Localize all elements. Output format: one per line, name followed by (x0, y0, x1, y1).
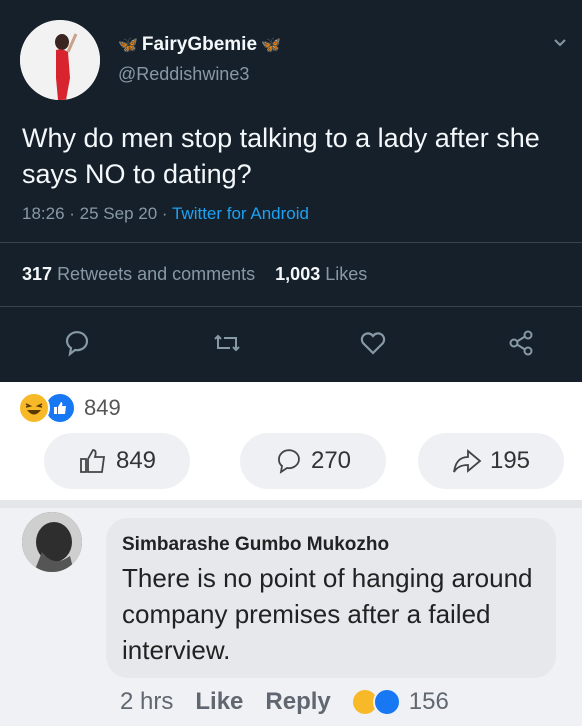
comment-reactions-count: 156 (408, 688, 449, 715)
retweets-count[interactable]: 317 (22, 264, 52, 284)
commenter-name[interactable]: Simbarashe Gumbo Mukozho (122, 534, 389, 556)
comment-icon (278, 449, 300, 474)
like-reaction-icon (372, 688, 401, 716)
tweet-actions (0, 318, 582, 368)
share-count: 195 (489, 447, 531, 474)
comment-reactions[interactable]: 156 (352, 688, 449, 716)
retweet-icon[interactable] (212, 328, 242, 358)
comment-text: There is no point of hanging around comp… (122, 563, 533, 665)
thumbs-up-icon (80, 449, 105, 473)
tweet-card: 🦋 FairyGbemie 🦋 @Reddishwine3 Why do men… (0, 0, 582, 382)
divider (0, 242, 582, 243)
like-count: 849 (115, 447, 157, 474)
haha-reaction-icon (18, 392, 50, 424)
comment-button[interactable]: 270 (240, 433, 386, 489)
comment-count: 270 (310, 447, 352, 474)
comment-reply-button[interactable]: Reply (265, 688, 330, 716)
reactions-count: 849 (84, 395, 121, 420)
butterfly-icon: 🦋 (261, 37, 281, 54)
tweet-source[interactable]: Twitter for Android (172, 204, 309, 223)
reply-icon[interactable] (62, 328, 92, 358)
tweet-text: Why do men stop talking to a lady after … (22, 123, 540, 189)
post-reactions[interactable]: 849 (18, 392, 121, 424)
tweet-display-name[interactable]: 🦋 FairyGbemie 🦋 (118, 34, 281, 56)
commenter-avatar[interactable] (22, 512, 82, 572)
butterfly-icon: 🦋 (118, 37, 138, 54)
comment-meta: 2 hrs Like Reply 156 (120, 688, 449, 716)
likes-label[interactable]: Likes (325, 264, 367, 284)
tweet-stats: 317 Retweets and comments 1,003 Likes (22, 264, 367, 285)
like-button[interactable]: 849 (44, 433, 190, 489)
comment-like-button[interactable]: Like (195, 688, 243, 716)
share-arrow-icon (453, 449, 482, 473)
share-icon[interactable] (506, 328, 536, 358)
heart-icon[interactable] (358, 328, 388, 358)
section-divider (0, 500, 582, 508)
tweet-handle[interactable]: @Reddishwine3 (118, 64, 249, 85)
comment-time[interactable]: 2 hrs (120, 688, 173, 716)
share-button[interactable]: 195 (418, 433, 564, 489)
divider (0, 306, 582, 307)
chevron-down-icon[interactable] (553, 36, 567, 50)
likes-count[interactable]: 1,003 (275, 264, 320, 284)
tweet-timestamp: 18:26 · 25 Sep 20 · (22, 204, 168, 223)
retweets-label[interactable]: Retweets and comments (57, 264, 255, 284)
tweet-meta: 18:26 · 25 Sep 20 · Twitter for Android (22, 204, 309, 224)
tweet-avatar[interactable] (20, 20, 100, 100)
